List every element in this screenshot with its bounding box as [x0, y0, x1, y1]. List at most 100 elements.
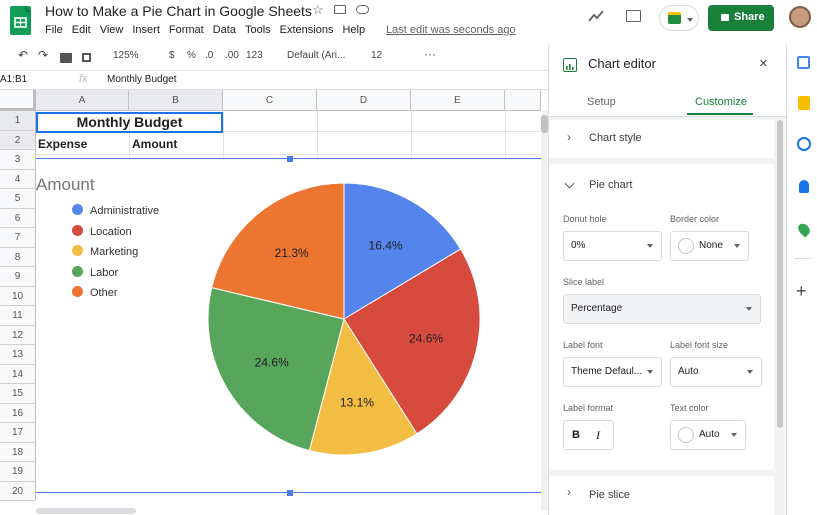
- vertical-scrollbar[interactable]: [541, 111, 548, 511]
- horizontal-scrollbar[interactable]: [36, 508, 136, 514]
- row-header[interactable]: 1: [0, 111, 36, 131]
- select-all-corner[interactable]: [0, 90, 36, 111]
- formula-bar: A1:B1 fx Monthly Budget: [0, 71, 548, 90]
- maps-icon[interactable]: [795, 221, 813, 238]
- dropdown-arrow-icon: [647, 370, 653, 374]
- cell-title[interactable]: Monthly Budget: [36, 112, 223, 133]
- zoom-select[interactable]: 125%: [113, 50, 139, 61]
- label-font-size-select[interactable]: Auto: [670, 357, 762, 387]
- decrease-decimal-button[interactable]: .0: [205, 50, 213, 61]
- paint-format-icon[interactable]: [82, 53, 91, 62]
- text-color-value: Auto: [699, 429, 720, 440]
- row-header[interactable]: 13: [0, 345, 36, 365]
- row-header[interactable]: 18: [0, 442, 36, 462]
- row-header[interactable]: 7: [0, 228, 36, 248]
- menu-format[interactable]: Format: [169, 24, 204, 36]
- row-header[interactable]: 8: [0, 247, 36, 267]
- row-header[interactable]: 3: [0, 150, 36, 170]
- chevron-right-icon: ›: [567, 485, 571, 499]
- bold-button[interactable]: B: [572, 429, 580, 441]
- undo-icon[interactable]: ↶: [18, 48, 28, 62]
- formula-input[interactable]: Monthly Budget: [107, 74, 177, 85]
- row-header[interactable]: 19: [0, 462, 36, 482]
- font-select[interactable]: Default (Ari...: [287, 50, 345, 61]
- close-icon[interactable]: ×: [759, 55, 768, 72]
- label-font-select[interactable]: Theme Defaul...: [563, 357, 662, 387]
- pie-chart[interactable]: Amount Administrative Location Marketing La…: [36, 156, 541, 496]
- row-header[interactable]: 6: [0, 208, 36, 228]
- editor-scrollbar[interactable]: [777, 120, 783, 428]
- add-addon-icon[interactable]: +: [796, 281, 807, 302]
- row-header[interactable]: 16: [0, 403, 36, 423]
- font-size-select[interactable]: 12: [371, 50, 382, 61]
- section-chart-style[interactable]: › Chart style: [549, 120, 774, 158]
- row-header[interactable]: 17: [0, 423, 36, 443]
- menu-tools[interactable]: Tools: [245, 24, 271, 36]
- row-header[interactable]: 10: [0, 286, 36, 306]
- print-icon[interactable]: [60, 53, 72, 63]
- section-pie-slice[interactable]: › Pie slice: [549, 476, 774, 515]
- menu-insert[interactable]: Insert: [132, 24, 160, 36]
- increase-decimal-button[interactable]: .00: [225, 50, 239, 61]
- column-header-f[interactable]: [505, 90, 541, 111]
- column-header-c[interactable]: C: [223, 90, 317, 111]
- column-header-a[interactable]: A: [36, 90, 129, 111]
- section-pie-chart-label[interactable]: Pie chart: [589, 179, 632, 191]
- number-format-select[interactable]: 123: [246, 50, 263, 61]
- cloud-status-icon[interactable]: [356, 5, 369, 14]
- more-icon[interactable]: ···: [424, 47, 436, 61]
- redo-icon[interactable]: ↷: [38, 48, 48, 62]
- row-header[interactable]: 2: [0, 130, 36, 150]
- tab-customize[interactable]: Customize: [695, 96, 747, 108]
- slice-label: 21.3%: [275, 246, 309, 260]
- row-header[interactable]: 11: [0, 306, 36, 326]
- row-header[interactable]: 12: [0, 325, 36, 345]
- calendar-icon[interactable]: [797, 56, 810, 69]
- menu-extensions[interactable]: Extensions: [280, 24, 334, 36]
- star-icon[interactable]: ☆: [312, 2, 324, 18]
- border-color-select[interactable]: None: [670, 231, 749, 261]
- text-color-select[interactable]: Auto: [670, 420, 746, 450]
- slice-label: 24.6%: [255, 355, 289, 369]
- column-header-e[interactable]: E: [411, 90, 505, 111]
- share-button[interactable]: Share: [708, 5, 774, 31]
- row-header[interactable]: 9: [0, 267, 36, 287]
- avatar[interactable]: [789, 6, 811, 28]
- currency-button[interactable]: $: [169, 50, 175, 61]
- row-header[interactable]: 5: [0, 189, 36, 209]
- menu-file[interactable]: File: [45, 24, 63, 36]
- last-edit-link[interactable]: Last edit was seconds ago: [386, 24, 516, 36]
- fx-icon: fx: [79, 73, 88, 85]
- chevron-down-icon[interactable]: [564, 178, 575, 189]
- row-header[interactable]: 4: [0, 169, 36, 189]
- move-folder-icon[interactable]: [334, 5, 346, 14]
- slice-label-select[interactable]: Percentage: [563, 294, 761, 324]
- chart-editor-title: Chart editor: [588, 56, 656, 71]
- donut-hole-select[interactable]: 0%: [563, 231, 662, 261]
- tab-setup[interactable]: Setup: [587, 96, 616, 108]
- comments-icon[interactable]: [626, 10, 641, 22]
- italic-button[interactable]: I: [596, 428, 600, 443]
- meet-button[interactable]: [659, 5, 699, 31]
- column-header-b[interactable]: B: [129, 90, 223, 111]
- cell-a2[interactable]: Expense: [38, 137, 87, 151]
- tasks-icon[interactable]: [797, 137, 811, 151]
- menu-view[interactable]: View: [100, 24, 124, 36]
- contacts-icon[interactable]: [799, 180, 809, 193]
- percent-button[interactable]: %: [187, 50, 196, 61]
- row-header[interactable]: 20: [0, 481, 36, 501]
- slice-label-label: Slice label: [563, 277, 605, 287]
- row-header[interactable]: 15: [0, 384, 36, 404]
- menu-help[interactable]: Help: [342, 24, 365, 36]
- row-header[interactable]: 14: [0, 364, 36, 384]
- vertical-scrollbar-thumb[interactable]: [541, 115, 548, 133]
- keep-icon[interactable]: [798, 96, 810, 110]
- sheets-logo-icon[interactable]: [10, 6, 31, 35]
- column-header-d[interactable]: D: [317, 90, 411, 111]
- cell-b2[interactable]: Amount: [132, 137, 177, 151]
- menu-edit[interactable]: Edit: [72, 24, 91, 36]
- activity-icon[interactable]: [588, 9, 605, 28]
- name-box[interactable]: A1:B1: [0, 74, 27, 85]
- doc-title[interactable]: How to Make a Pie Chart in Google Sheets: [45, 3, 312, 19]
- menu-data[interactable]: Data: [213, 24, 236, 36]
